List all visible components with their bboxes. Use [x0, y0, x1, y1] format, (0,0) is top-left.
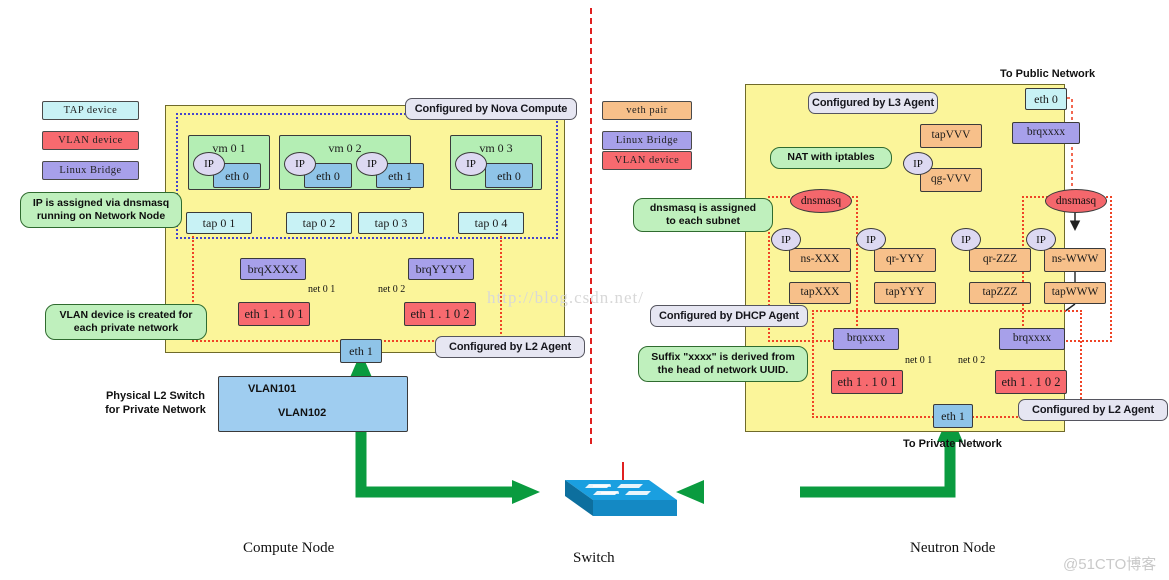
label-configured-by-dhcp: Configured by DHCP Agent — [650, 305, 808, 327]
callout-nat-iptables: NAT with iptables — [770, 147, 892, 169]
net-label-left-2: net 0 2 — [378, 284, 406, 295]
tap-box-xxx: tapXXX — [789, 282, 851, 304]
callout-dnsmasq-subnet: dnsmasq is assigned to each subnet — [633, 198, 773, 232]
public-eth0-box: eth 0 — [1025, 88, 1067, 110]
vlan-box-right-2: eth 1 . 1 0 2 — [995, 370, 1067, 394]
veth-box-qr-zzz: qr-ZZZ — [969, 248, 1031, 272]
diagram-canvas: TAP device VLAN device Linux Bridge Conf… — [0, 0, 1169, 580]
legend-linux-bridge: Linux Bridge — [42, 161, 139, 180]
vlan-box-left-2: eth 1 . 1 0 2 — [404, 302, 476, 326]
tap-box-www: tapWWW — [1044, 282, 1106, 304]
net-label-right-2: net 0 2 — [958, 355, 986, 366]
to-public-network-label: To Public Network — [1000, 68, 1096, 80]
bridge-box-right-2: brqxxxx — [999, 328, 1065, 350]
network-switch-graphic — [537, 462, 677, 524]
bridge-box-brqYYYY: brqYYYY — [408, 258, 474, 280]
vlan-box-left-1: eth 1 . 1 0 1 — [238, 302, 310, 326]
vlan-box-right-1: eth 1 . 1 0 1 — [831, 370, 903, 394]
bridge-box-right-1: brqxxxx — [833, 328, 899, 350]
ip-badge-qr-yyy: IP — [856, 228, 886, 251]
bridge-box-brqXXXX: brqXXXX — [240, 258, 306, 280]
label-configured-by-l2-left: Configured by L2 Agent — [435, 336, 585, 358]
callout-ip-assigned: IP is assigned via dnsmasq running on Ne… — [20, 192, 182, 228]
veth-box-ns-xxx: ns-XXX — [789, 248, 851, 272]
dnsmasq-oval-left: dnsmasq — [790, 189, 852, 213]
tap-box-2: tap 0 2 — [286, 212, 352, 234]
legend-veth-pair: veth pair — [602, 101, 692, 120]
to-private-network-label: To Private Network — [903, 438, 1002, 450]
tap-box-3: tap 0 3 — [358, 212, 424, 234]
vm3-eth0-port: eth 0 — [485, 163, 533, 188]
compute-node-label: Compute Node — [243, 540, 335, 556]
callout-suffix-uuid: Suffix "xxxx" is derived from the head o… — [638, 346, 808, 382]
vlan102-label: VLAN102 — [278, 407, 327, 419]
legend-tap-device: TAP device — [42, 101, 139, 120]
label-configured-by-l2-right: Configured by L2 Agent — [1018, 399, 1168, 421]
vm3-ip-badge: IP — [455, 152, 487, 176]
site-watermark: @51CTO博客 — [1063, 556, 1157, 573]
net-label-left-1: net 0 1 — [308, 284, 336, 295]
router-ip-badge: IP — [903, 152, 933, 175]
physical-switch-caption: Physical L2 Switch for Private Network — [105, 390, 206, 416]
switch-label: Switch — [573, 550, 615, 566]
tap-box-yyy: tapYYY — [874, 282, 936, 304]
vm2-ip-badge-1: IP — [356, 152, 388, 176]
ip-badge-qr-zzz: IP — [951, 228, 981, 251]
veth-box-qr-yyy: qr-YYY — [874, 248, 936, 272]
tap-box-1: tap 0 1 — [186, 212, 252, 234]
vm2-ip-badge-0: IP — [284, 152, 316, 176]
legend-linux-bridge-right: Linux Bridge — [602, 131, 692, 150]
url-watermark: http://blog.csdn.net/ — [487, 288, 644, 307]
tap-box-4: tap 0 4 — [458, 212, 524, 234]
dnsmasq-oval-right: dnsmasq — [1045, 189, 1107, 213]
veth-box-ns-www: ns-WWW — [1044, 248, 1106, 272]
vm1-ip-badge: IP — [193, 152, 225, 176]
ip-badge-ns-xxx: IP — [771, 228, 801, 251]
section-divider — [590, 8, 592, 444]
public-bridge-box: brqxxxx — [1012, 122, 1080, 144]
net-label-right-1: net 0 1 — [905, 355, 933, 366]
tap-box-zzz: tapZZZ — [969, 282, 1031, 304]
label-configured-by-l3: Configured by L3 Agent — [808, 92, 938, 114]
router-qg-box: qg-VVV — [920, 168, 982, 192]
legend-vlan-device-right: VLAN device — [602, 151, 692, 170]
legend-vlan-device: VLAN device — [42, 131, 139, 150]
uplink-eth1-left: eth 1 — [340, 339, 382, 363]
physical-l2-switch-box — [218, 376, 408, 432]
label-configured-by-nova: Configured by Nova Compute — [405, 98, 577, 120]
neutron-node-label: Neutron Node — [910, 540, 996, 556]
ip-badge-ns-www: IP — [1026, 228, 1056, 251]
uplink-eth1-right: eth 1 — [933, 404, 973, 428]
callout-vlan-created: VLAN device is created for each private … — [45, 304, 207, 340]
router-tapVVV-box: tapVVV — [920, 124, 982, 148]
vlan101-label: VLAN101 — [248, 383, 297, 395]
